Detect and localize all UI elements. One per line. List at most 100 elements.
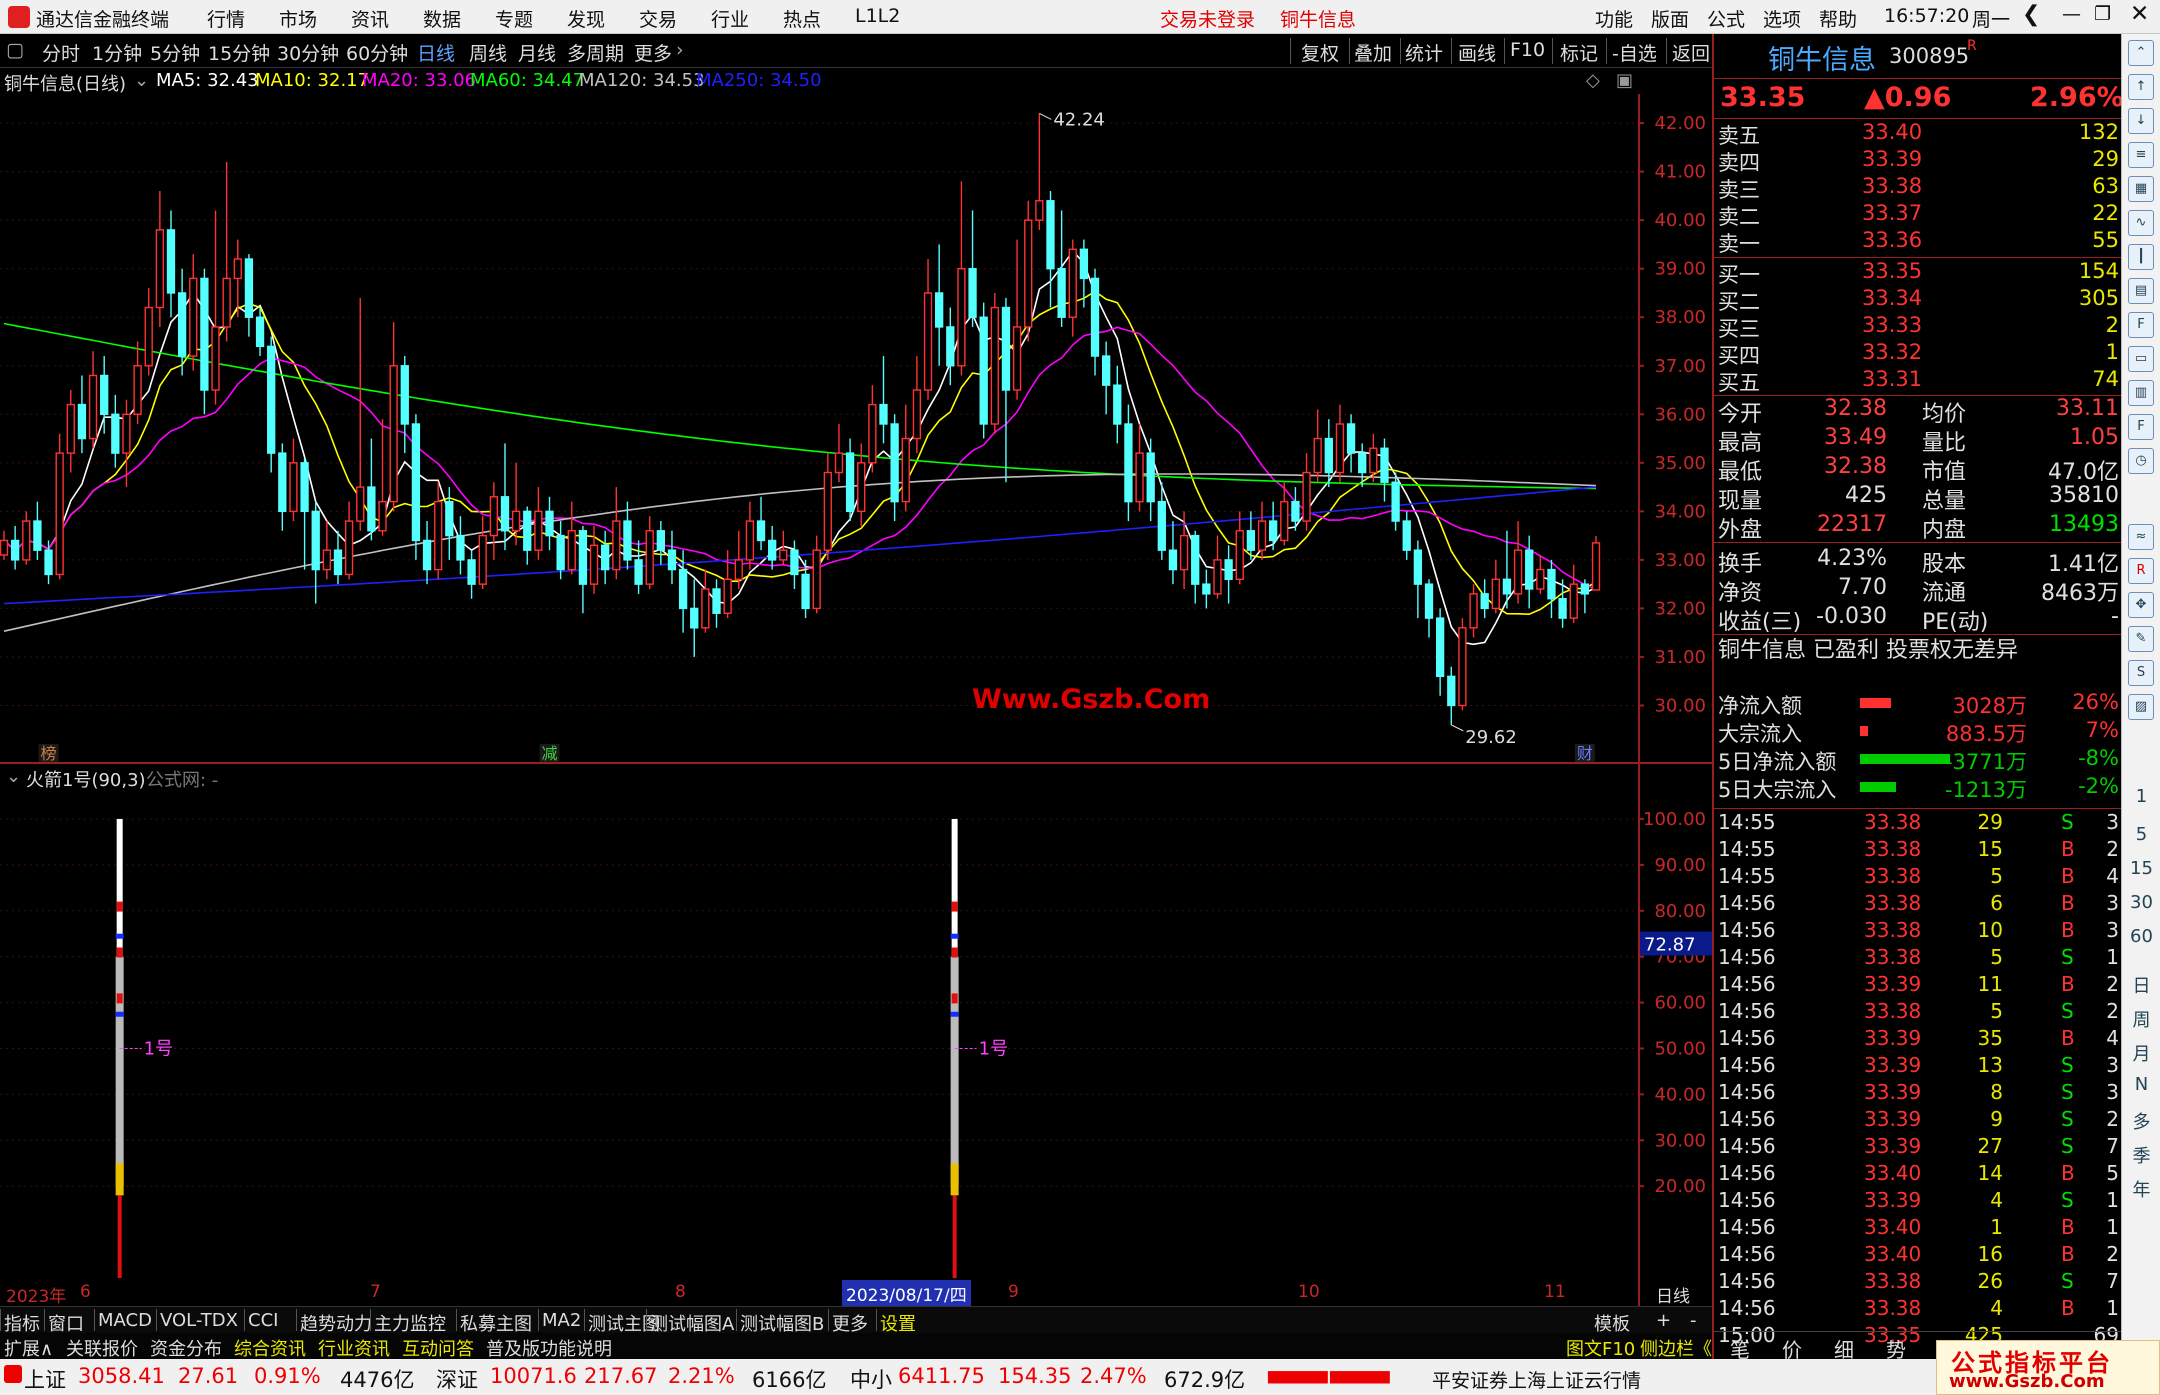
sidebar-up-icon[interactable]: ⌃ — [2128, 40, 2154, 66]
orderbook-row[interactable]: 买五 33.31 74 — [1714, 367, 2123, 395]
candle-body[interactable] — [845, 452, 855, 513]
period-多周期[interactable]: 多周期 — [567, 39, 624, 66]
candle-body[interactable] — [1413, 549, 1423, 585]
menu-公式[interactable]: 公式 — [1707, 5, 1745, 32]
sidebar-wave-icon[interactable]: ≈ — [2128, 524, 2154, 550]
period-5分钟[interactable]: 5分钟 — [150, 39, 200, 66]
candle-body[interactable] — [1502, 578, 1512, 595]
candle-body[interactable] — [411, 423, 421, 542]
sidebar-arrow-down-icon[interactable]: ↓ — [2128, 108, 2154, 134]
orderbook-row[interactable]: 卖三 33.38 63 — [1714, 174, 2123, 202]
candle-body[interactable] — [912, 389, 922, 440]
orderbook-row[interactable]: 卖四 33.39 29 — [1714, 147, 2123, 175]
candle-body[interactable] — [166, 229, 176, 294]
sidebar-clock-icon[interactable]: ◷ — [2128, 448, 2154, 474]
candle-body[interactable] — [1435, 617, 1445, 678]
tick-row[interactable]: 14:56 33.40 1 B 1 — [1714, 1215, 2123, 1242]
sidebar-line-chart-icon[interactable]: ∿ — [2128, 210, 2154, 236]
candle-body[interactable] — [1079, 248, 1089, 280]
candle-body[interactable] — [656, 530, 665, 551]
candle-body[interactable] — [1547, 568, 1556, 600]
sidebar-f10-icon[interactable]: F — [2128, 312, 2154, 338]
candle-body[interactable] — [968, 268, 977, 318]
candle-body[interactable] — [690, 607, 699, 629]
candle-body[interactable] — [1012, 326, 1022, 391]
candle-body[interactable] — [311, 510, 320, 571]
back-icon[interactable]: ❮ — [2022, 2, 2040, 27]
candle-body[interactable] — [523, 510, 532, 551]
indicator-chart[interactable]: 1号 1号 100.0090.0080.0070.0060.0050.0040.0… — [0, 790, 1712, 1278]
event-marker[interactable]: 财 — [1577, 744, 1593, 762]
candle-body[interactable] — [768, 539, 777, 561]
candle-body[interactable] — [1135, 452, 1144, 503]
candle-body[interactable] — [1480, 593, 1489, 610]
candle-body[interactable] — [556, 534, 565, 571]
candle-body[interactable] — [712, 588, 721, 614]
sidebar-rsi-icon[interactable]: R — [2128, 558, 2154, 584]
candle-body[interactable] — [200, 277, 209, 391]
candle-body[interactable] — [1035, 200, 1044, 221]
candle-body[interactable] — [1558, 598, 1567, 619]
orderbook-row[interactable]: 买一 33.35 154 — [1714, 259, 2123, 287]
panel-icon[interactable]: ▣ — [1616, 70, 1633, 91]
template-tab-2[interactable]: - — [1690, 1310, 1697, 1331]
candle-body[interactable] — [678, 568, 688, 610]
candle-body[interactable] — [144, 306, 153, 367]
sidebar-period-5[interactable]: 日 — [2122, 972, 2160, 998]
candle-body[interactable] — [589, 544, 599, 585]
candle-body[interactable] — [1224, 559, 1233, 580]
candle-body[interactable] — [77, 403, 87, 440]
tick-row[interactable]: 14:56 33.39 8 S 3 — [1714, 1080, 2123, 1107]
candle-body[interactable] — [667, 549, 677, 571]
candle-body[interactable] — [1302, 471, 1311, 522]
candle-body[interactable] — [356, 486, 365, 522]
sidebar-chart2-icon[interactable]: ▥ — [2128, 380, 2154, 406]
candle-body[interactable] — [1213, 559, 1222, 595]
candle-body[interactable] — [868, 403, 877, 464]
candle-body[interactable] — [445, 500, 454, 537]
sidebar-period-11[interactable]: 年 — [2122, 1176, 2160, 1202]
action-画线[interactable]: 画线 — [1458, 39, 1496, 66]
sidebar-table-icon[interactable]: ▤ — [2128, 278, 2154, 304]
orderbook-row[interactable]: 买四 33.32 1 — [1714, 340, 2123, 368]
action-叠加[interactable]: 叠加 — [1354, 39, 1392, 66]
action-复权[interactable]: 复权 — [1301, 39, 1339, 66]
tick-list[interactable]: 14:55 33.38 29 S 3 14:55 33.38 15 B 2 14:55 33.38 5 B… — [1714, 810, 2123, 1352]
candle-body[interactable] — [233, 258, 242, 280]
tick-row[interactable]: 14:55 33.38 5 B 4 — [1714, 864, 2123, 891]
candle-body[interactable] — [55, 452, 64, 576]
candle-body[interactable] — [211, 326, 220, 391]
candle-body[interactable] — [1202, 583, 1211, 595]
tick-row[interactable]: 14:56 33.39 11 B 2 — [1714, 972, 2123, 999]
tab-资金分布[interactable]: 资金分布 — [150, 1335, 222, 1361]
candle-body[interactable] — [990, 306, 999, 425]
candle-body[interactable] — [255, 316, 265, 348]
candle-body[interactable] — [1291, 500, 1300, 522]
event-marker[interactable]: 榜 — [41, 744, 57, 762]
candle-body[interactable] — [756, 520, 766, 542]
candle-body[interactable] — [278, 452, 287, 513]
candle-body[interactable] — [1369, 447, 1378, 474]
action-自选[interactable]: -自选 — [1612, 39, 1657, 66]
sidebar-period-9[interactable]: 多 — [2122, 1108, 2160, 1134]
candle-body[interactable] — [1157, 500, 1166, 551]
candle-body[interactable] — [400, 365, 409, 425]
menu-l1l2[interactable]: L1L2 — [855, 5, 900, 27]
tick-row[interactable]: 14:56 33.39 27 S 7 — [1714, 1134, 2123, 1161]
sidebar-period-10[interactable]: 季 — [2122, 1142, 2160, 1168]
candle-body[interactable] — [890, 423, 899, 503]
candle-body[interactable] — [1024, 219, 1033, 328]
candle-body[interactable] — [344, 520, 354, 576]
index-name-中小[interactable]: 中小 — [850, 1364, 892, 1394]
candle-body[interactable] — [1280, 500, 1289, 542]
candle-body[interactable] — [1268, 520, 1278, 542]
legend-dropdown-icon[interactable]: ⌄ — [134, 70, 149, 91]
period-周线[interactable]: 周线 — [469, 39, 507, 66]
menu-资讯[interactable]: 资讯 — [351, 5, 389, 32]
candle-body[interactable] — [935, 292, 944, 328]
candle-body[interactable] — [1424, 583, 1434, 619]
candle-body[interactable] — [834, 452, 844, 474]
diamond-icon[interactable]: ◇ — [1586, 70, 1600, 91]
indicator-tab-3[interactable]: VOL-TDX — [160, 1310, 238, 1331]
candle-body[interactable] — [612, 520, 621, 571]
